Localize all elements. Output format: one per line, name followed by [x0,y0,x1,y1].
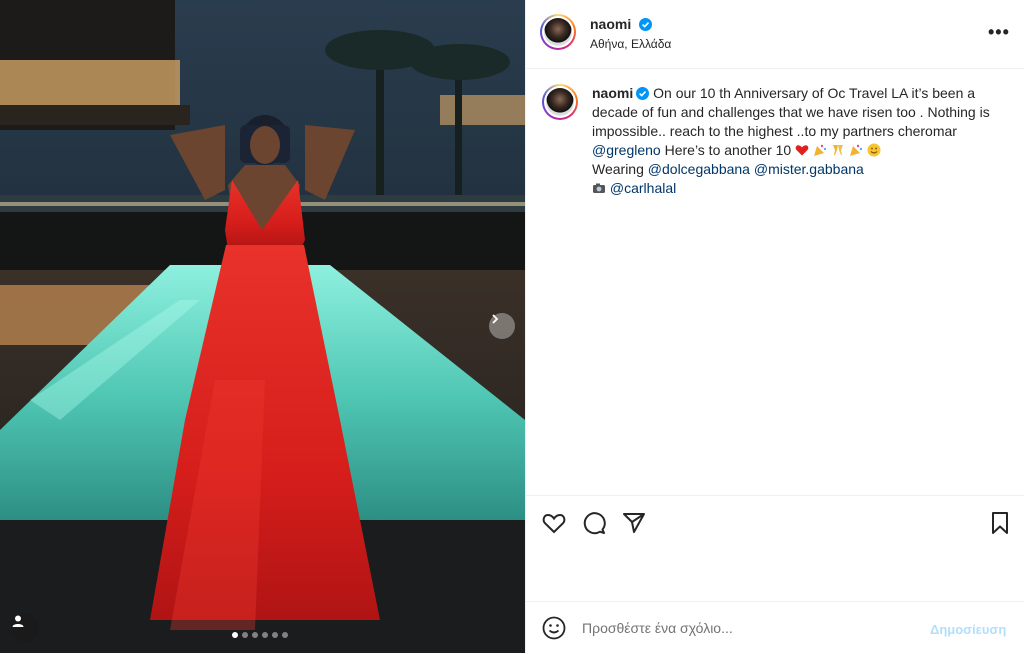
caption-body: Here’s to another 10 [660,142,796,158]
carousel-dot [252,632,258,638]
mention-link[interactable]: @carlhalal [610,180,676,196]
comment-icon[interactable] [581,510,607,536]
chevron-right-icon [492,314,499,324]
more-options-icon[interactable]: ••• [988,22,1010,43]
carousel-dot [242,632,248,638]
post-comment-button[interactable]: Δημοσίευση [930,622,1006,637]
post-location[interactable]: Αθήνα, Ελλάδα [590,37,671,51]
caption-text: naomi On our 10 th Anniversary of Oc Tra… [592,84,1002,198]
post-dialog: naomi Αθήνα, Ελλάδα ••• naomi On our 10 … [0,0,1024,653]
avatar[interactable] [542,84,578,120]
clinking-glasses-emoji-icon [832,145,843,155]
post-media[interactable] [0,0,525,653]
party-popper-emoji-icon [849,144,862,156]
party-popper-emoji-icon [813,144,827,156]
mention-link[interactable]: @gregleno [592,142,661,158]
mention-link[interactable]: @dolcegabbana [648,161,750,177]
carousel-dot [232,632,238,638]
verified-badge-icon [638,18,652,31]
verified-badge-icon [636,87,650,100]
avatar[interactable] [540,14,576,50]
post-actions [526,495,1024,602]
caption-body: On our 10 th Anniversary of Oc Travel LA… [592,85,990,139]
smiling-face-emoji-icon [867,143,881,157]
caption-body: Wearing [592,161,648,177]
carousel-indicator [232,632,288,638]
heart-icon[interactable] [541,510,567,536]
header-username-row: naomi [590,16,652,34]
user-tag-icon [12,615,24,627]
post-photo [0,0,525,653]
carousel-dot [262,632,268,638]
bookmark-icon[interactable] [987,510,1013,536]
smiley-icon[interactable] [542,616,566,640]
comment-bar: Δημοσίευση [526,601,1024,654]
carousel-dot [272,632,278,638]
post-header: naomi Αθήνα, Ελλάδα ••• [526,0,1024,69]
header-username[interactable]: naomi [590,16,631,32]
caption-username[interactable]: naomi [592,85,633,101]
paper-plane-icon[interactable] [621,510,647,536]
post-side-panel: naomi Αθήνα, Ελλάδα ••• naomi On our 10 … [525,0,1024,653]
mention-link[interactable]: @mister.gabbana [754,161,864,177]
red-heart-emoji-icon [795,145,809,156]
carousel-dot [282,632,288,638]
comment-input[interactable] [582,620,912,636]
tagged-users-button[interactable] [11,614,39,642]
camera-emoji-icon [593,183,605,193]
carousel-next-button[interactable] [489,313,515,339]
